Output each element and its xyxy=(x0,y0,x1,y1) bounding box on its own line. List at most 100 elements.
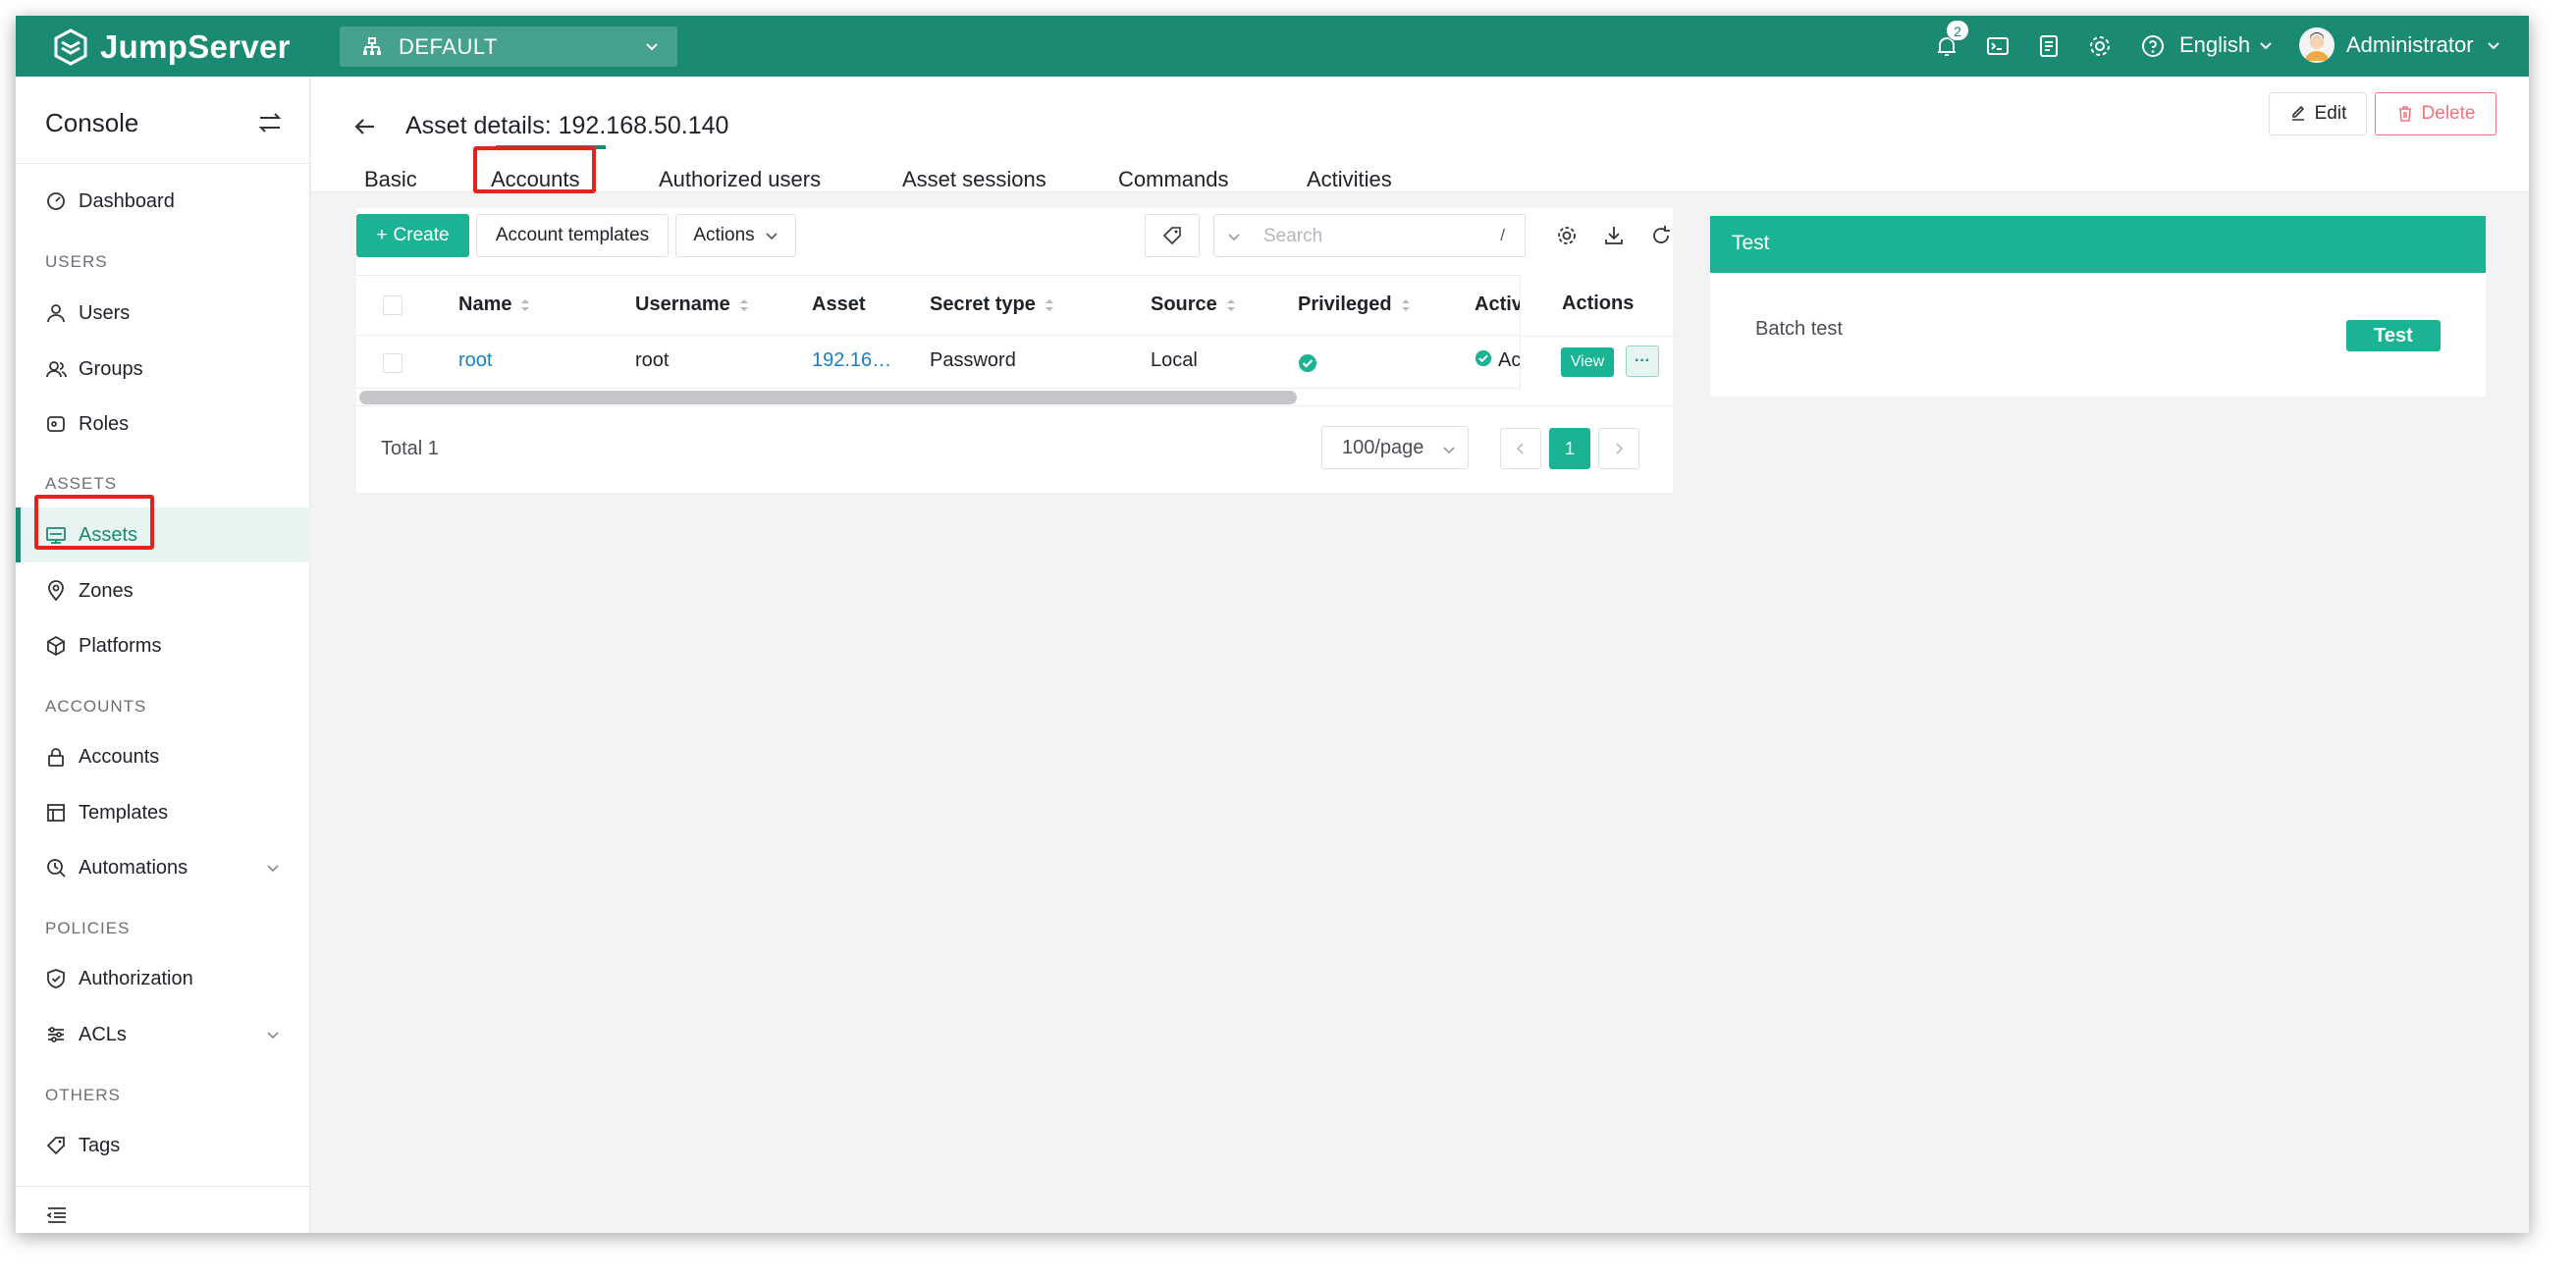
sidebar-item-templates[interactable]: Templates xyxy=(16,785,310,840)
tab-asset-sessions[interactable]: Asset sessions xyxy=(902,167,1046,192)
test-button[interactable]: Test xyxy=(2346,320,2441,351)
console-title: Console xyxy=(45,108,139,137)
sort-icon xyxy=(521,298,530,311)
search-input[interactable]: Search / xyxy=(1213,214,1526,257)
view-button[interactable]: View xyxy=(1561,347,1614,377)
chevron-down-icon xyxy=(1228,234,1240,241)
table-header: Name Username Asset Secret type Source P… xyxy=(356,275,1673,336)
tag-filter-button[interactable] xyxy=(1145,214,1200,257)
page-size-select[interactable]: 100/page xyxy=(1321,426,1469,469)
collapse-sidebar-icon[interactable] xyxy=(45,1203,69,1227)
user-menu[interactable]: Administrator xyxy=(2299,27,2501,63)
language-selector[interactable]: English xyxy=(2179,32,2274,58)
delete-label: Delete xyxy=(2421,103,2476,124)
dashboard-icon xyxy=(47,192,65,210)
tab-basic[interactable]: Basic xyxy=(364,167,417,192)
gear-icon[interactable] xyxy=(2087,33,2113,59)
test-panel-header: Test xyxy=(1710,216,2486,273)
settings-icon[interactable] xyxy=(1555,224,1579,247)
account-templates-label: Account templates xyxy=(495,225,650,245)
user-group-icon xyxy=(46,361,67,378)
sort-icon xyxy=(1226,298,1235,311)
edit-button[interactable]: Edit xyxy=(2269,92,2367,135)
sidebar-item-platforms[interactable]: Platforms xyxy=(16,618,310,673)
user-name: Administrator xyxy=(2346,32,2474,57)
highlight-accounts-tab-box xyxy=(473,146,596,193)
delete-button[interactable]: Delete xyxy=(2375,92,2496,135)
source-cell: Local xyxy=(1151,349,1198,371)
sidebar-item-roles[interactable]: Roles xyxy=(16,397,310,452)
page-button[interactable]: 1 xyxy=(1549,428,1590,469)
refresh-icon[interactable] xyxy=(1649,224,1673,247)
column-source[interactable]: Source xyxy=(1151,293,1237,316)
terminal-icon[interactable] xyxy=(1985,33,2011,59)
user-icon xyxy=(47,304,65,323)
download-icon[interactable] xyxy=(1602,224,1626,247)
tab-authorized-users[interactable]: Authorized users xyxy=(659,167,821,192)
shield-icon xyxy=(47,969,65,988)
account-name-link[interactable]: root xyxy=(458,349,492,372)
logo[interactable]: JumpServer xyxy=(51,27,291,67)
plus-icon: + xyxy=(376,225,388,245)
column-label: Privileged xyxy=(1298,293,1392,315)
help-icon[interactable] xyxy=(2140,33,2166,59)
column-name[interactable]: Name xyxy=(458,293,531,316)
table-row: root root 192.16… Password Local xyxy=(356,336,1673,389)
column-secret-type[interactable]: Secret type xyxy=(930,293,1055,316)
switch-view-icon[interactable] xyxy=(257,110,283,135)
sidebar-item-dashboard[interactable]: Dashboard xyxy=(16,174,310,229)
organization-selector[interactable]: DEFAULT xyxy=(340,27,677,67)
acl-icon xyxy=(48,1027,64,1042)
sidebar-item-acls[interactable]: ACLs xyxy=(16,1007,310,1062)
next-page-button[interactable] xyxy=(1598,428,1639,469)
column-label: Name xyxy=(458,293,512,315)
column-asset: Asset xyxy=(812,293,866,315)
ticket-icon[interactable] xyxy=(2036,33,2062,59)
username-cell: root xyxy=(635,349,670,371)
column-username[interactable]: Username xyxy=(635,293,750,316)
sidebar-item-label: Templates xyxy=(79,801,169,824)
sidebar-item-label: Zones xyxy=(79,579,134,602)
sort-icon xyxy=(1401,298,1410,311)
location-pin-icon xyxy=(48,580,64,602)
sidebar-item-label: Groups xyxy=(79,357,143,380)
prev-page-button[interactable] xyxy=(1500,428,1541,469)
sidebar-item-zones[interactable]: Zones xyxy=(16,563,310,618)
column-privileged[interactable]: Privileged xyxy=(1298,293,1412,316)
sort-icon xyxy=(1045,298,1053,311)
sidebar-item-label: Tags xyxy=(79,1134,121,1156)
search-shortcut: / xyxy=(1500,226,1505,244)
chevron-down-icon xyxy=(267,1032,279,1040)
page-size-value: 100/page xyxy=(1342,436,1424,458)
row-checkbox[interactable] xyxy=(383,353,402,373)
sidebar-item-tags[interactable]: Tags xyxy=(16,1118,310,1173)
chevron-right-icon xyxy=(1616,443,1624,454)
tab-activities[interactable]: Activities xyxy=(1307,167,1392,192)
column-actions: Actions xyxy=(1562,293,1635,314)
actions-dropdown[interactable]: Actions xyxy=(675,214,796,257)
sidebar-item-authorization[interactable]: Authorization xyxy=(16,951,310,1006)
select-all-checkbox[interactable] xyxy=(383,295,402,315)
sidebar-item-automations[interactable]: Automations xyxy=(16,840,310,895)
asset-link[interactable]: 192.16… xyxy=(812,349,891,372)
lock-icon xyxy=(48,748,64,767)
horizontal-scrollbar[interactable] xyxy=(359,391,1297,404)
chevron-down-icon xyxy=(2487,42,2499,50)
sidebar-item-users[interactable]: Users xyxy=(16,286,310,341)
language-label: English xyxy=(2179,32,2251,57)
cube-icon xyxy=(47,635,65,657)
sidebar-item-label: Users xyxy=(79,301,131,324)
chevron-down-icon xyxy=(766,233,778,240)
top-bar: JumpServer DEFAULT 2 English Administrat… xyxy=(16,16,2529,77)
brand-name: JumpServer xyxy=(100,28,291,65)
sidebar-item-label: Accounts xyxy=(79,745,160,768)
sidebar-item-accounts[interactable]: Accounts xyxy=(16,729,310,784)
more-actions-button[interactable]: ··· xyxy=(1626,346,1659,377)
section-accounts: ACCOUNTS xyxy=(45,697,147,716)
back-arrow-icon[interactable] xyxy=(352,114,378,139)
sidebar-item-groups[interactable]: Groups xyxy=(16,342,310,397)
account-templates-button[interactable]: Account templates xyxy=(476,214,669,257)
create-button[interactable]: + Create xyxy=(356,214,469,257)
sidebar: Console Dashboard USERS Users Groups Rol… xyxy=(16,77,310,1233)
tab-commands[interactable]: Commands xyxy=(1118,167,1228,192)
